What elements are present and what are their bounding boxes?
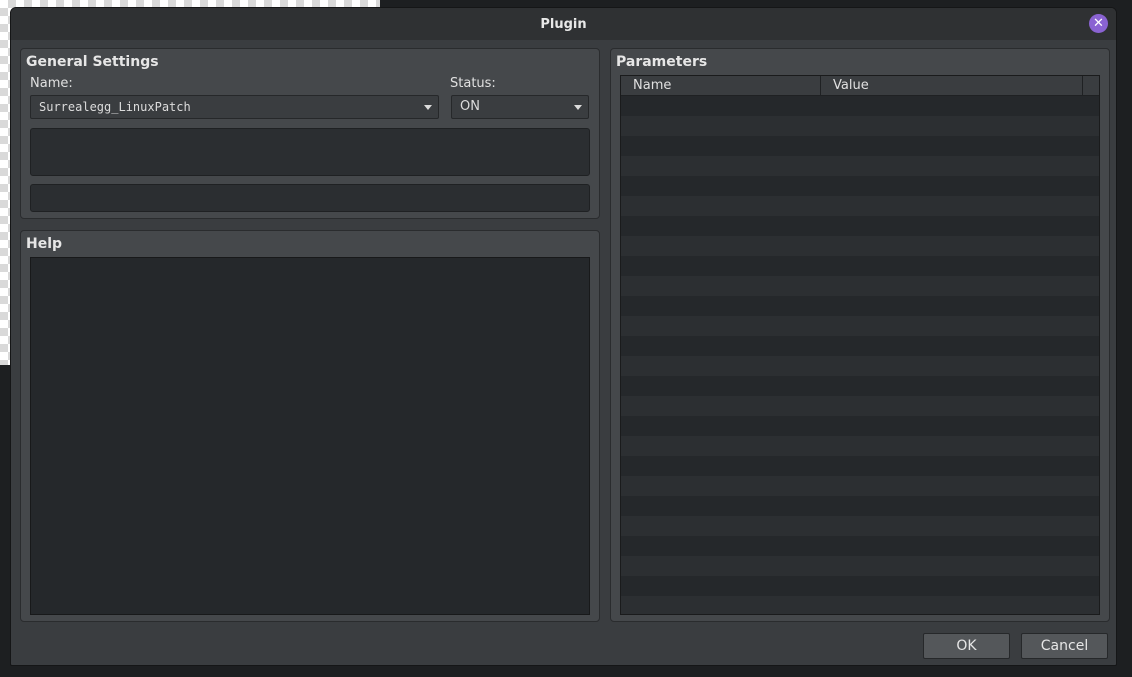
parameters-table[interactable]: Name Value: [620, 75, 1100, 615]
close-icon[interactable]: ✕: [1089, 14, 1108, 33]
column-header-value[interactable]: Value: [821, 76, 1083, 95]
author-field[interactable]: [30, 184, 590, 212]
status-combo[interactable]: ON: [451, 95, 589, 119]
parameters-group: Parameters Name Value: [610, 48, 1110, 622]
table-header: Name Value: [621, 76, 1099, 96]
help-text-area[interactable]: [30, 257, 590, 615]
help-title: Help: [26, 236, 63, 252]
name-combo[interactable]: Surrealegg_LinuxPatch: [30, 95, 439, 119]
general-settings-title: General Settings: [26, 54, 159, 70]
column-header-name[interactable]: Name: [621, 76, 821, 95]
name-label: Name:: [30, 76, 73, 91]
status-label: Status:: [450, 76, 496, 91]
help-group: Help: [20, 230, 600, 622]
status-combo-value: ON: [460, 99, 480, 114]
ok-button[interactable]: OK: [923, 633, 1010, 659]
description-field[interactable]: [30, 128, 590, 176]
general-settings-group: General Settings Name: Status: Surrealeg…: [20, 48, 600, 219]
chevron-down-icon: [574, 105, 582, 110]
title-bar: Plugin ✕: [11, 8, 1116, 40]
name-combo-value: Surrealegg_LinuxPatch: [39, 100, 191, 114]
cancel-button[interactable]: Cancel: [1021, 633, 1108, 659]
chevron-down-icon: [424, 105, 432, 110]
parameters-title: Parameters: [616, 54, 708, 70]
table-body[interactable]: [621, 96, 1099, 614]
window-title: Plugin: [540, 16, 587, 32]
plugin-dialog: Plugin ✕ General Settings Name: Status: …: [10, 7, 1117, 666]
